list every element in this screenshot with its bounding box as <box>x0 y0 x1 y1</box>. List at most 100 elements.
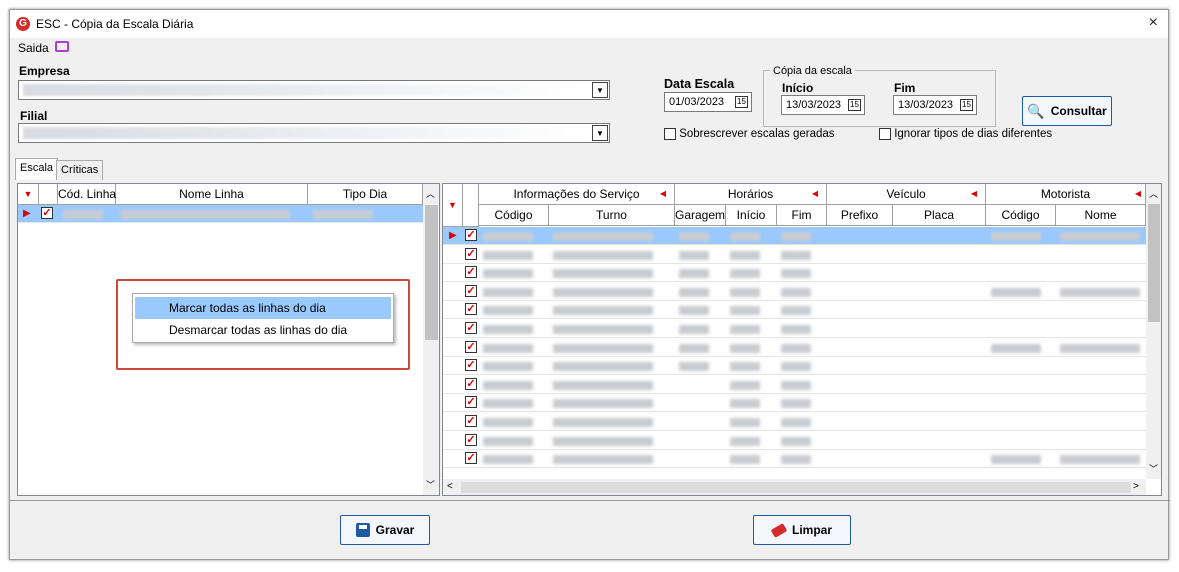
header-tipo-dia[interactable]: Tipo Dia <box>308 184 423 205</box>
menu-item-marcar[interactable]: Marcar todas as linhas do dia <box>135 297 391 319</box>
right-grid: ▼ Informações do Serviço ◀ Horários ◀ Ve… <box>442 183 1162 496</box>
title-bar: G ESC - Cópia da Escala Diária × <box>10 10 1168 38</box>
table-row[interactable]: ✓ <box>443 301 1146 320</box>
table-row[interactable]: ✓ <box>443 357 1146 376</box>
empresa-label: Empresa <box>19 64 70 78</box>
gravar-button[interactable]: Gravar <box>340 515 430 545</box>
inicio-date-field[interactable]: 13/03/2023 15 <box>781 95 865 115</box>
collapse-icon[interactable]: ◀ <box>971 184 977 204</box>
menu-item-desmarcar[interactable]: Desmarcar todas as linhas do dia <box>135 319 391 341</box>
row-checkbox[interactable]: ✓ <box>465 266 477 279</box>
header-fim[interactable]: Fim <box>777 205 827 226</box>
sort-arrow-icon[interactable]: ▼ <box>443 184 463 227</box>
sobrescrever-checkbox[interactable] <box>664 128 676 140</box>
table-row[interactable]: ✓ <box>443 320 1146 338</box>
left-vertical-scrollbar[interactable]: ︿ ﹀ <box>423 184 439 495</box>
gravar-label: Gravar <box>375 523 415 537</box>
consultar-button[interactable]: 🔍 Consultar <box>1022 96 1112 126</box>
header-codigo-motorista[interactable]: Código <box>986 205 1056 226</box>
tab-escala[interactable]: Escala <box>15 158 59 180</box>
header-placa[interactable]: Placa <box>893 205 986 226</box>
save-icon <box>355 523 370 537</box>
copia-group-label: Cópia da escala <box>770 65 855 77</box>
table-row[interactable]: ✓ <box>443 376 1146 394</box>
header-cod-linha[interactable]: Cód. Linha <box>58 184 116 205</box>
table-row[interactable]: ✓ <box>443 246 1146 264</box>
inicio-label: Início <box>782 81 814 95</box>
table-row[interactable]: ✓ <box>443 432 1146 450</box>
row-checkbox[interactable]: ✓ <box>465 396 477 409</box>
row-checkbox[interactable]: ✓ <box>465 377 477 390</box>
sobrescrever-option[interactable]: Sobrescrever escalas geradas <box>664 128 835 140</box>
row-checkbox[interactable]: ✓ <box>465 247 477 260</box>
row-pointer-icon: ▶ <box>449 230 457 241</box>
row-checkbox[interactable]: ✓ <box>465 284 477 297</box>
group-header-veiculo[interactable]: Veículo ◀ <box>827 184 986 205</box>
filial-label: Filial <box>20 109 48 123</box>
footer-divider <box>10 500 1170 501</box>
table-row[interactable]: ✓ <box>443 394 1146 413</box>
tab-criticas[interactable]: Críticas <box>56 160 104 180</box>
limpar-button[interactable]: Limpar <box>753 515 851 545</box>
group-header-label: Horários <box>727 187 774 201</box>
filial-combo[interactable]: ▼ <box>18 123 610 143</box>
table-row[interactable]: ✓ <box>443 339 1146 357</box>
calendar-icon[interactable]: 15 <box>848 99 861 111</box>
table-row[interactable]: ✓ ▶ <box>443 227 1146 245</box>
table-row[interactable]: ✓ <box>443 450 1146 469</box>
row-checkbox[interactable]: ✓ <box>465 229 477 241</box>
collapse-icon[interactable]: ◀ <box>660 184 666 204</box>
consultar-label: Consultar <box>1050 104 1107 118</box>
collapse-icon[interactable]: ◀ <box>1135 184 1141 204</box>
table-row[interactable]: ✓ <box>443 283 1146 301</box>
main-window: G ESC - Cópia da Escala Diária × Saida E… <box>9 9 1170 560</box>
row-checkbox[interactable]: ✓ <box>41 207 53 219</box>
scroll-thumb[interactable] <box>461 482 1131 493</box>
right-vertical-scrollbar[interactable]: ︿ ﹀ <box>1146 184 1161 479</box>
header-prefixo[interactable]: Prefixo <box>827 205 893 226</box>
scroll-thumb[interactable] <box>425 205 438 340</box>
chevron-down-icon[interactable]: ▼ <box>592 82 608 98</box>
close-icon[interactable]: × <box>1149 14 1158 32</box>
ignorar-option[interactable]: Ignorar tipos de dias diferentes <box>879 128 1052 140</box>
sort-arrow-icon[interactable]: ▼ <box>18 184 39 205</box>
eraser-icon <box>770 522 788 538</box>
monitor-icon[interactable] <box>55 41 69 52</box>
row-checkbox[interactable]: ✓ <box>465 452 477 465</box>
sobrescrever-label: Sobrescrever escalas geradas <box>679 128 835 141</box>
fim-date-field[interactable]: 13/03/2023 15 <box>893 95 977 115</box>
right-horizontal-scrollbar[interactable]: < > <box>443 479 1146 495</box>
calendar-icon[interactable]: 15 <box>960 99 973 111</box>
collapse-icon[interactable]: ◀ <box>812 184 818 204</box>
group-header-servico[interactable]: Informações do Serviço ◀ <box>479 184 675 205</box>
table-row[interactable]: ▶ ✓ <box>18 205 423 223</box>
header-turno[interactable]: Turno <box>549 205 675 226</box>
header-inicio[interactable]: Início <box>726 205 777 226</box>
row-checkbox[interactable]: ✓ <box>465 340 477 353</box>
row-checkbox[interactable]: ✓ <box>465 415 477 427</box>
calendar-icon[interactable]: 15 <box>735 96 748 108</box>
row-checkbox[interactable]: ✓ <box>465 359 477 372</box>
row-pointer-icon: ▶ <box>23 208 31 219</box>
ignorar-checkbox[interactable] <box>879 128 891 140</box>
empresa-combo[interactable]: ▼ <box>18 80 610 100</box>
group-header-label: Veículo <box>886 187 926 201</box>
limpar-label: Limpar <box>791 523 832 537</box>
chevron-down-icon[interactable]: ▼ <box>592 125 608 141</box>
header-nome[interactable]: Nome <box>1056 205 1146 226</box>
group-header-horarios[interactable]: Horários ◀ <box>675 184 827 205</box>
group-header-motorista[interactable]: Motorista ◀ <box>986 184 1146 205</box>
data-escala-field[interactable]: 01/03/2023 15 <box>664 92 752 112</box>
table-row[interactable]: ✓ <box>443 413 1146 431</box>
header-codigo[interactable]: Código <box>479 205 549 226</box>
fim-value: 13/03/2023 <box>898 99 954 111</box>
row-checkbox[interactable]: ✓ <box>465 433 477 446</box>
table-row[interactable]: ✓ <box>443 264 1146 283</box>
header-nome-linha[interactable]: Nome Linha <box>116 184 308 205</box>
scroll-thumb[interactable] <box>1148 204 1160 322</box>
header-garagem[interactable]: Garagem <box>675 205 726 226</box>
row-checkbox[interactable]: ✓ <box>465 322 477 334</box>
row-checkbox[interactable]: ✓ <box>465 303 477 316</box>
saida-label: Saida <box>18 41 49 55</box>
inicio-value: 13/03/2023 <box>786 99 842 111</box>
